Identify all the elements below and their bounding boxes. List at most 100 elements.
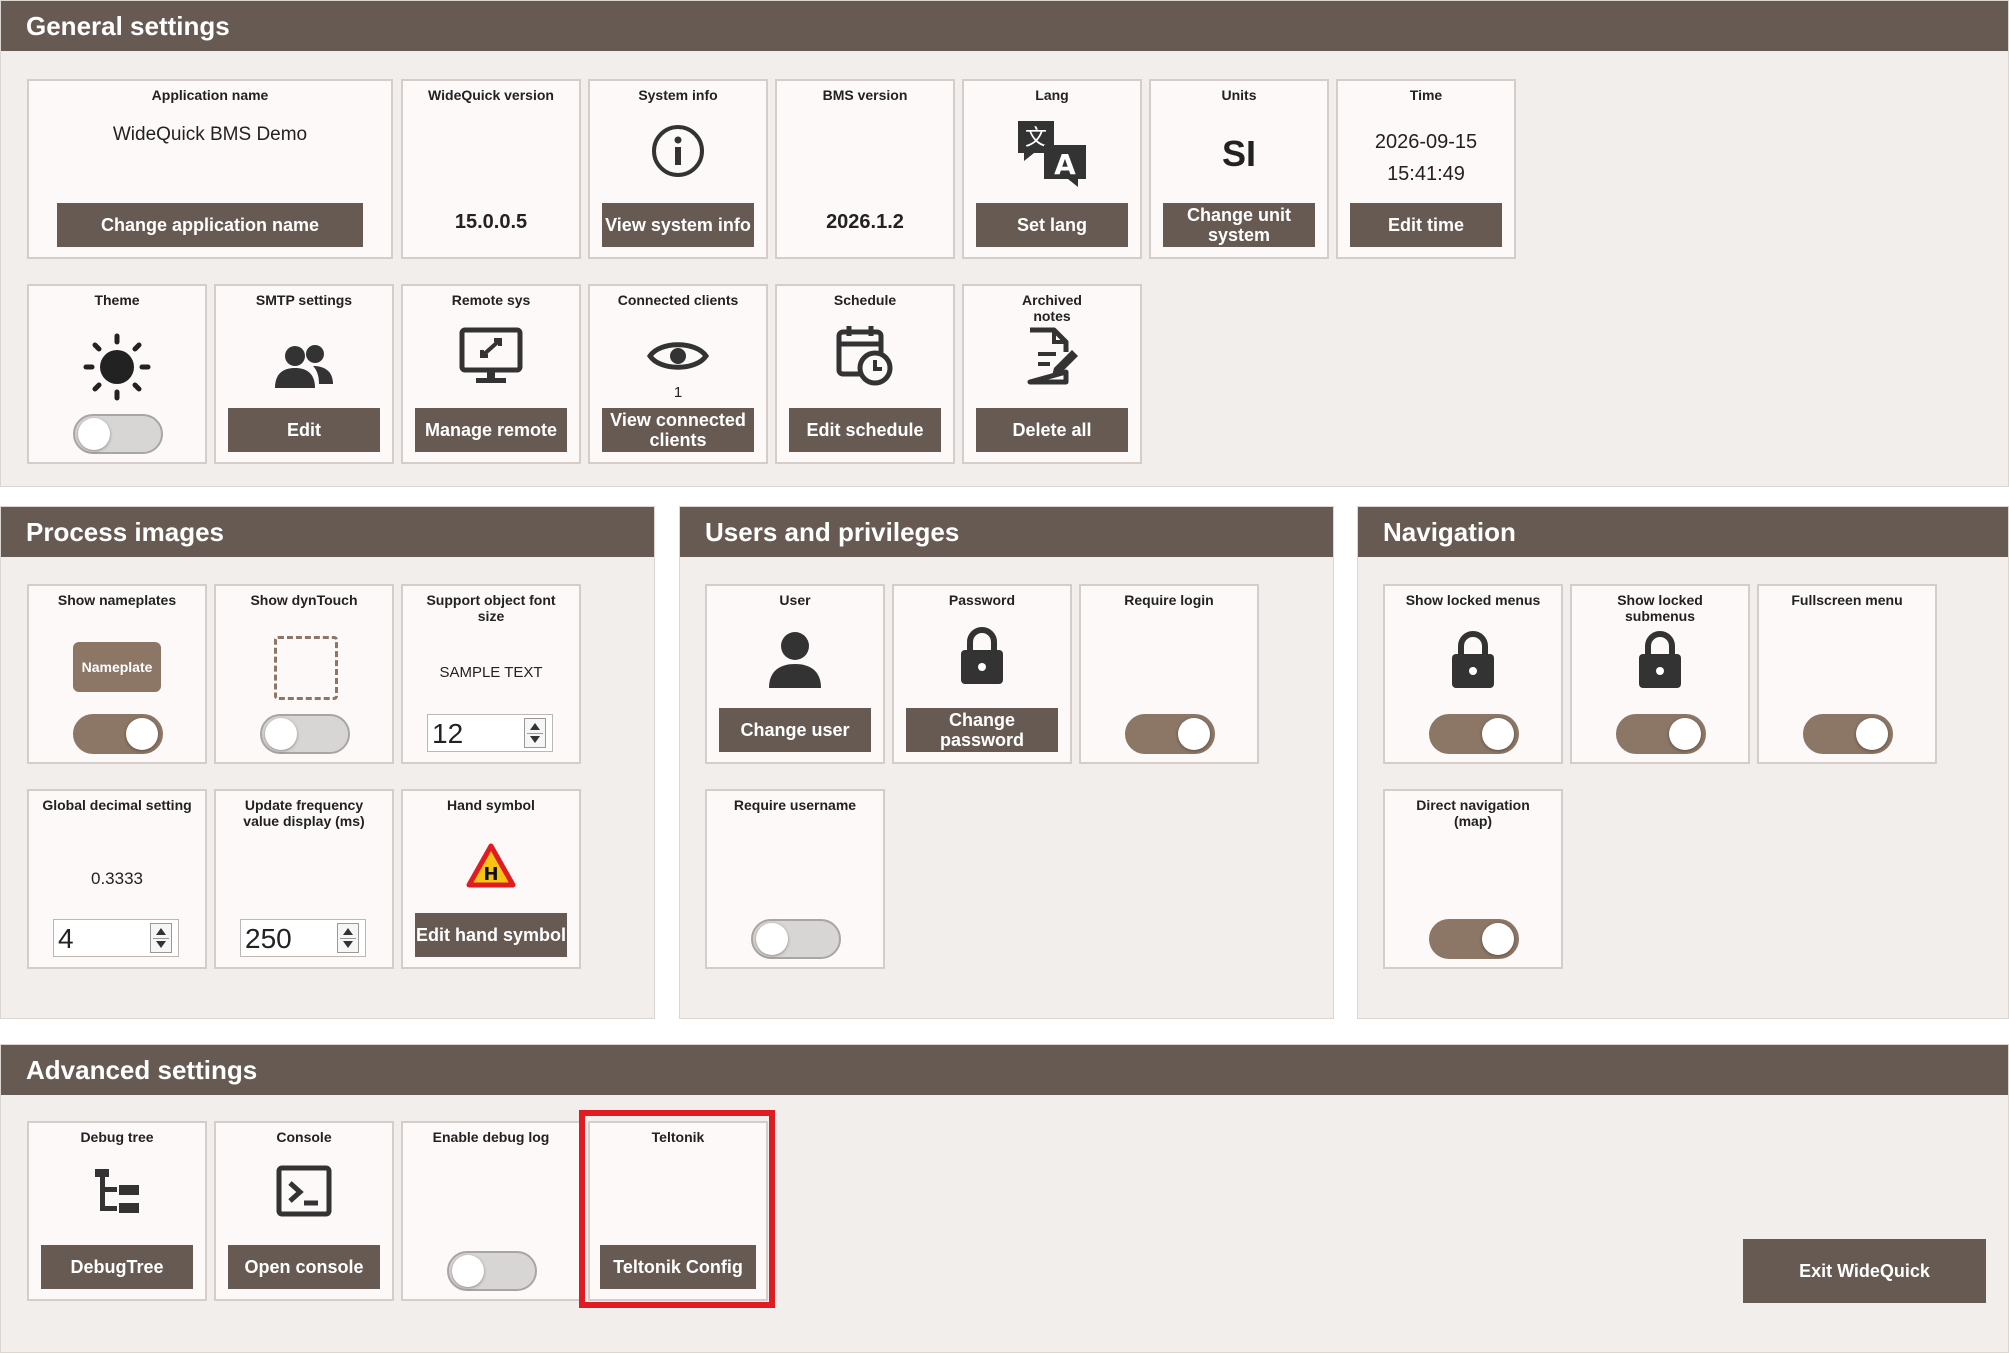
general-settings-section: General settings Application name WideQu… bbox=[0, 0, 2009, 487]
toggle-knob bbox=[1669, 718, 1701, 750]
connected-clients-count: 1 bbox=[673, 384, 683, 401]
tile-fullscreen-menu: Fullscreen menu bbox=[1757, 584, 1937, 764]
tile-direct-navigation: Direct navigation (map) bbox=[1383, 789, 1563, 969]
stepper-arrows[interactable] bbox=[337, 923, 359, 953]
direct-navigation-toggle[interactable] bbox=[1429, 919, 1519, 959]
debug-tree-button[interactable]: DebugTree bbox=[41, 1245, 193, 1289]
bms-version-value: 2026.1.2 bbox=[826, 211, 904, 233]
console-icon bbox=[276, 1165, 332, 1217]
change-application-name-button[interactable]: Change application name bbox=[57, 203, 363, 247]
tile-time: Time 2026-09-15 15:41:49 Edit time bbox=[1336, 79, 1516, 259]
tile-bms-version: BMS version 2026.1.2 bbox=[775, 79, 955, 259]
edit-schedule-button[interactable]: Edit schedule bbox=[789, 408, 941, 452]
tile-title: Remote sys bbox=[451, 292, 531, 308]
tile-remote-sys: Remote sys Manage remote bbox=[401, 284, 581, 464]
tile-title: Hand symbol bbox=[447, 797, 535, 813]
tile-title: Console bbox=[276, 1129, 332, 1145]
decimal-input[interactable]: 4 bbox=[53, 919, 179, 957]
tree-icon bbox=[91, 1165, 143, 1217]
tile-title: Support object font size bbox=[426, 592, 556, 624]
edit-time-button[interactable]: Edit time bbox=[1350, 203, 1502, 247]
tile-system-info: System info View system info bbox=[588, 79, 768, 259]
application-name-value: WideQuick BMS Demo bbox=[112, 124, 308, 145]
tile-title: System info bbox=[638, 87, 718, 103]
teltonik-highlight bbox=[579, 1110, 775, 1308]
open-console-button[interactable]: Open console bbox=[228, 1245, 380, 1289]
view-system-info-button[interactable]: View system info bbox=[602, 203, 754, 247]
users-privileges-header: Users and privileges bbox=[680, 507, 1333, 557]
tile-title: Global decimal setting bbox=[42, 797, 192, 813]
tile-title: Direct navigation (map) bbox=[1416, 797, 1530, 829]
tile-title: User bbox=[779, 592, 811, 608]
tile-title: WideQuick version bbox=[428, 87, 554, 103]
toggle-knob bbox=[78, 418, 110, 450]
tile-title: SMTP settings bbox=[255, 292, 353, 308]
tile-theme: Theme bbox=[27, 284, 207, 464]
change-unit-system-button[interactable]: Change unit system bbox=[1163, 203, 1315, 247]
exit-widequick-button[interactable]: Exit WideQuick bbox=[1743, 1239, 1986, 1303]
change-password-button[interactable]: Change password bbox=[906, 708, 1058, 752]
delete-all-notes-button[interactable]: Delete all bbox=[976, 408, 1128, 452]
tile-title: Require username bbox=[733, 797, 857, 813]
tile-global-decimal-setting: Global decimal setting 0.3333 4 bbox=[27, 789, 207, 969]
tile-application-name: Application name WideQuick BMS Demo Chan… bbox=[27, 79, 393, 259]
tile-user: User Change user bbox=[705, 584, 885, 764]
hand-badge-letter: H bbox=[483, 864, 498, 885]
tile-title: Application name bbox=[151, 87, 269, 103]
tile-title: Show locked menus bbox=[1405, 592, 1541, 608]
calendar-clock-icon bbox=[835, 324, 895, 386]
tile-title: Time bbox=[1409, 87, 1443, 103]
smtp-edit-button[interactable]: Edit bbox=[228, 408, 380, 452]
remote-desktop-icon bbox=[458, 326, 524, 386]
tile-title: Update frequency value display (ms) bbox=[243, 797, 365, 829]
tile-smtp-settings: SMTP settings Edit bbox=[214, 284, 394, 464]
toggle-knob bbox=[1482, 718, 1514, 750]
tile-debug-tree: Debug tree DebugTree bbox=[27, 1121, 207, 1301]
manage-remote-button[interactable]: Manage remote bbox=[415, 408, 567, 452]
navigation-section: Navigation Show locked menus Show locked… bbox=[1357, 506, 2009, 1019]
tile-title: Show nameplates bbox=[57, 592, 177, 608]
require-username-toggle[interactable] bbox=[751, 919, 841, 959]
change-user-button[interactable]: Change user bbox=[719, 708, 871, 752]
require-login-toggle[interactable] bbox=[1125, 714, 1215, 754]
toggle-knob bbox=[265, 718, 297, 750]
toggle-knob bbox=[1178, 718, 1210, 750]
tile-title: Show locked submenus bbox=[1617, 592, 1703, 624]
dashed-box-icon bbox=[274, 636, 338, 700]
tile-hand-symbol: Hand symbol H Edit hand symbol bbox=[401, 789, 581, 969]
toggle-knob bbox=[452, 1255, 484, 1287]
tile-support-object-font-size: Support object font size SAMPLE TEXT 12 bbox=[401, 584, 581, 764]
tile-show-dyntouch: Show dynTouch bbox=[214, 584, 394, 764]
process-images-header: Process images bbox=[1, 507, 654, 557]
tile-title: Archived notes bbox=[1022, 292, 1082, 324]
view-connected-clients-button[interactable]: View connected clients bbox=[602, 408, 754, 452]
lock-icon bbox=[1449, 630, 1497, 690]
update-frequency-value: 250 bbox=[245, 923, 292, 954]
tile-password: Password Change password bbox=[892, 584, 1072, 764]
nameplate-sample: Nameplate bbox=[73, 642, 161, 692]
user-icon bbox=[767, 630, 823, 690]
enable-debug-log-toggle[interactable] bbox=[447, 1251, 537, 1291]
toggle-knob bbox=[756, 923, 788, 955]
tile-schedule: Schedule Edit schedule bbox=[775, 284, 955, 464]
edit-hand-symbol-button[interactable]: Edit hand symbol bbox=[415, 913, 567, 957]
show-dyntouch-toggle[interactable] bbox=[260, 714, 350, 754]
show-locked-menus-toggle[interactable] bbox=[1429, 714, 1519, 754]
show-nameplates-toggle[interactable] bbox=[73, 714, 163, 754]
theme-toggle[interactable] bbox=[73, 414, 163, 454]
stepper-arrows[interactable] bbox=[524, 718, 546, 748]
stepper-arrows[interactable] bbox=[150, 923, 172, 953]
tile-enable-debug-log: Enable debug log bbox=[401, 1121, 581, 1301]
set-lang-button[interactable]: Set lang bbox=[976, 203, 1128, 247]
update-frequency-input[interactable]: 250 bbox=[240, 919, 366, 957]
fullscreen-menu-toggle[interactable] bbox=[1803, 714, 1893, 754]
process-images-section: Process images Show nameplates Nameplate… bbox=[0, 506, 655, 1019]
advanced-settings-header: Advanced settings bbox=[1, 1045, 2008, 1095]
hand-warning-icon: H bbox=[466, 843, 516, 889]
tile-title: Connected clients bbox=[617, 292, 739, 308]
font-size-input[interactable]: 12 bbox=[427, 714, 553, 752]
show-locked-submenus-toggle[interactable] bbox=[1616, 714, 1706, 754]
widequick-version-value: 15.0.0.5 bbox=[454, 211, 528, 233]
tile-title: Password bbox=[948, 592, 1016, 608]
time-date-value: 2026-09-15 bbox=[1374, 131, 1478, 153]
